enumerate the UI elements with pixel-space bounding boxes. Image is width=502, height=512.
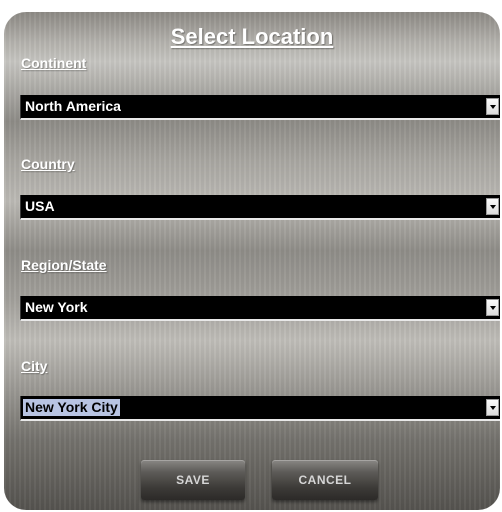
region-state-label[interactable]: Region/State bbox=[21, 257, 107, 273]
city-select[interactable]: New York City bbox=[20, 396, 500, 421]
chevron-down-icon[interactable] bbox=[486, 98, 499, 115]
continent-selected-value: North America bbox=[25, 98, 121, 114]
continent-label[interactable]: Continent bbox=[21, 55, 86, 71]
cancel-button[interactable]: CANCEL bbox=[272, 460, 378, 500]
city-label[interactable]: City bbox=[21, 358, 47, 374]
country-label[interactable]: Country bbox=[21, 156, 75, 172]
chevron-down-icon[interactable] bbox=[486, 198, 499, 215]
chevron-down-icon[interactable] bbox=[486, 299, 499, 316]
region-state-selected-value: New York bbox=[25, 299, 88, 315]
country-selected-value: USA bbox=[25, 198, 55, 214]
dialog-title: Select Location bbox=[170, 24, 334, 49]
save-button[interactable]: SAVE bbox=[141, 460, 245, 500]
region-state-select[interactable]: New York bbox=[20, 296, 500, 321]
continent-select[interactable]: North America bbox=[20, 95, 500, 120]
chevron-down-icon[interactable] bbox=[486, 399, 499, 416]
city-selected-value: New York City bbox=[23, 399, 120, 416]
select-location-dialog: Select Location Continent North America … bbox=[4, 12, 500, 510]
country-select[interactable]: USA bbox=[20, 195, 500, 220]
